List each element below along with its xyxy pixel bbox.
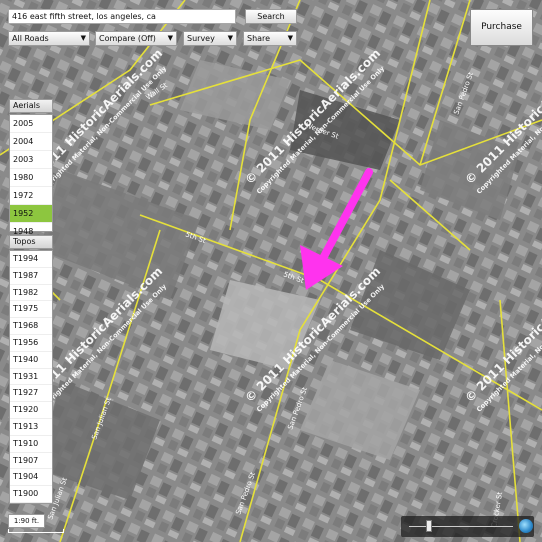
globe-icon[interactable] (519, 519, 533, 533)
chevron-down-icon: ▼ (80, 34, 86, 42)
topo-year-item[interactable]: T1994 (10, 251, 52, 268)
zoom-control (401, 516, 534, 537)
aerial-year-item[interactable]: 2005 (10, 115, 52, 133)
topo-year-item[interactable]: T1927 (10, 385, 52, 403)
topo-year-item[interactable]: T1940 (10, 352, 52, 369)
topo-year-item[interactable]: T1931 (10, 369, 52, 386)
search-button[interactable]: Search (245, 9, 297, 24)
topo-year-item[interactable]: T1982 (10, 285, 52, 302)
scale-bar (8, 529, 64, 533)
topo-year-item[interactable]: T1920 (10, 402, 52, 419)
roads-dropdown-label: All Roads (12, 34, 49, 43)
aerials-header: Aerials (9, 99, 53, 113)
compare-dropdown[interactable]: Compare (Off) ▼ (95, 31, 177, 46)
aerial-year-item[interactable]: 2003 (10, 151, 52, 169)
aerial-map[interactable]: Wall St Werner St 5th St 5th St San Pedr… (0, 0, 542, 542)
chevron-down-icon: ▼ (287, 34, 293, 42)
topos-list: T1994 T1987 T1982 T1975 T1968 T1956 T194… (9, 250, 53, 504)
aerials-list: 2005 2004 2003 1980 1972 1952 1948 (9, 114, 53, 241)
zoom-slider-handle[interactable] (426, 520, 432, 532)
topo-year-item[interactable]: T1913 (10, 419, 52, 436)
topo-year-item[interactable]: T1904 (10, 469, 52, 487)
topo-year-item[interactable]: T1910 (10, 436, 52, 453)
purchase-button[interactable]: Purchase (470, 9, 533, 46)
topo-year-item[interactable]: T1900 (10, 486, 52, 503)
aerial-year-item[interactable]: 1980 (10, 169, 52, 187)
roads-dropdown[interactable]: All Roads ▼ (8, 31, 90, 46)
chevron-down-icon: ▼ (167, 34, 173, 42)
scale-label: 1:90 ft. (8, 514, 45, 528)
topo-year-item[interactable]: T1907 (10, 453, 52, 470)
topo-year-item[interactable]: T1975 (10, 301, 52, 319)
address-search-input[interactable]: 416 east fifth street, los angeles, ca (8, 9, 236, 24)
share-dropdown[interactable]: Share ▼ (243, 31, 297, 46)
survey-dropdown-label: Survey (187, 34, 215, 43)
zoom-slider-track[interactable] (409, 526, 513, 527)
chevron-down-icon: ▼ (227, 34, 233, 42)
topo-year-item[interactable]: T1987 (10, 268, 52, 285)
topos-header: Topos (9, 235, 53, 249)
map-layer[interactable]: Wall St Werner St 5th St 5th St San Pedr… (0, 0, 542, 542)
aerial-year-item[interactable]: 1972 (10, 187, 52, 205)
share-dropdown-label: Share (247, 34, 271, 43)
survey-dropdown[interactable]: Survey ▼ (183, 31, 237, 46)
topo-year-item[interactable]: T1956 (10, 335, 52, 352)
compare-dropdown-label: Compare (Off) (99, 34, 156, 43)
topo-year-item[interactable]: T1968 (10, 318, 52, 335)
aerial-year-item-selected[interactable]: 1952 (10, 205, 52, 223)
aerial-year-item[interactable]: 2004 (10, 133, 52, 151)
